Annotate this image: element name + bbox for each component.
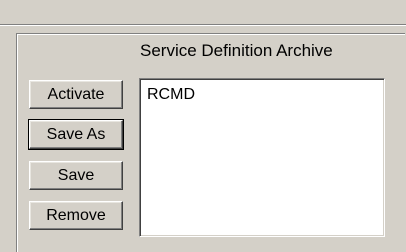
activate-button[interactable]: Activate	[29, 80, 123, 109]
list-item[interactable]: RCMD	[140, 84, 384, 106]
section-title: Service Definition Archive	[140, 41, 333, 60]
service-archive-list[interactable]: RCMD	[139, 78, 385, 237]
top-panel-edge	[0, 0, 406, 25]
save-as-button[interactable]: Save As	[28, 119, 124, 150]
remove-button[interactable]: Remove	[29, 201, 123, 230]
save-button[interactable]: Save	[29, 161, 123, 190]
